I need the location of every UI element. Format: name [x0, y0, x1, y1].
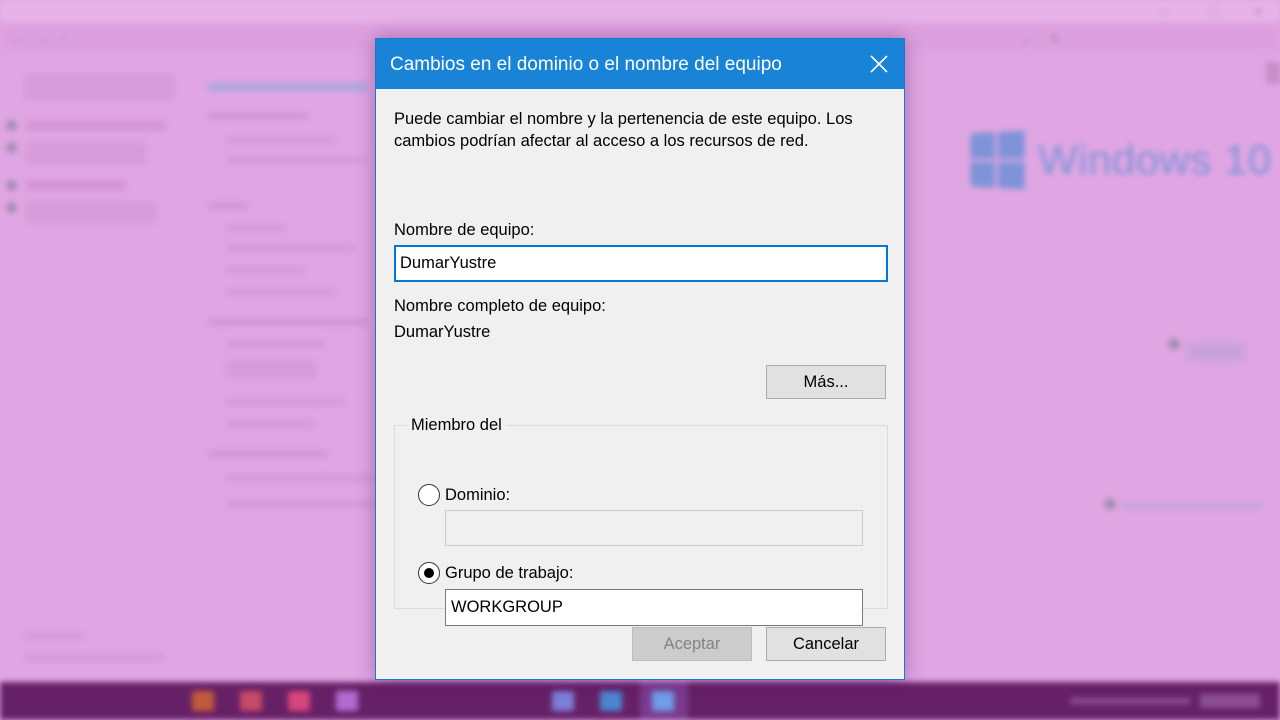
taskbar-app-icon — [192, 691, 214, 711]
computer-name-input[interactable] — [394, 245, 888, 282]
windows-brand-text: Windows 10 — [1038, 136, 1272, 183]
workgroup-radio[interactable] — [418, 562, 440, 584]
close-icon — [870, 55, 888, 73]
close-icon: × — [1254, 3, 1263, 19]
background-sidebar — [0, 60, 190, 660]
taskbar-app-icon — [600, 691, 622, 711]
taskbar-app-icon — [552, 691, 574, 711]
taskbar-app-icon — [240, 691, 262, 711]
dialog-description: Puede cambiar el nombre y la pertenencia… — [394, 110, 853, 150]
domain-label[interactable]: Dominio: — [445, 484, 510, 506]
member-of-legend: Miembro del — [407, 414, 506, 436]
background-titlebar: – □ × — [0, 0, 1280, 22]
domain-radio[interactable] — [418, 484, 440, 506]
dialog-title: Cambios en el dominio o el nombre del eq… — [390, 54, 782, 75]
windows-10-brand: Windows 10 — [968, 130, 1272, 190]
computer-name-dialog: Cambios en el dominio o el nombre del eq… — [375, 38, 905, 680]
full-computer-name-value: DumarYustre — [394, 323, 491, 341]
member-of-groupbox: Miembro del Dominio: Grupo de trabajo: — [394, 414, 888, 626]
domain-input[interactable] — [445, 510, 863, 546]
back-arrow-icon: ← — [12, 31, 25, 46]
forward-arrow-icon: → — [36, 31, 49, 46]
minimize-icon: – — [1160, 3, 1168, 19]
workgroup-input[interactable] — [445, 589, 863, 626]
taskbar — [0, 682, 1280, 720]
more-button[interactable]: Más... — [766, 365, 886, 399]
taskbar-app-icon — [652, 691, 674, 711]
computer-name-label: Nombre de equipo: — [394, 221, 535, 239]
windows-logo-icon — [970, 130, 1025, 190]
refresh-icon: ↻ — [1050, 31, 1061, 46]
taskbar-app-icon — [336, 691, 358, 711]
taskbar-app-icon — [288, 691, 310, 711]
cancel-button[interactable]: Cancelar — [766, 627, 886, 661]
full-computer-name-label: Nombre completo de equipo: — [394, 297, 606, 315]
workgroup-label[interactable]: Grupo de trabajo: — [445, 562, 573, 584]
dialog-titlebar: Cambios en el dominio o el nombre del eq… — [376, 39, 904, 89]
close-button[interactable] — [854, 39, 904, 89]
up-arrow-icon: ↑ — [60, 31, 67, 46]
maximize-icon: □ — [1210, 3, 1219, 19]
dropdown-icon: ⌄ — [1020, 31, 1031, 46]
ok-button[interactable]: Aceptar — [632, 627, 752, 661]
